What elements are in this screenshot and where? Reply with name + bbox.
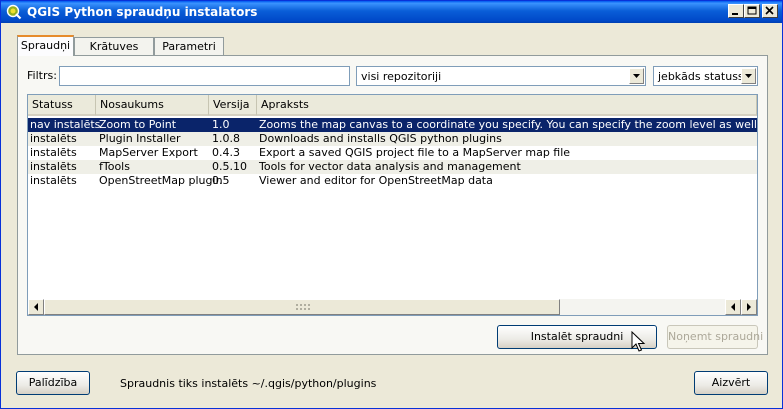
installer-window: QGIS Python spraudņu instalators Spraudņ…: [0, 0, 783, 409]
cell-version: 0.5.10: [212, 160, 247, 173]
cell-name: fTools: [99, 160, 130, 173]
cell-status: instalēts: [30, 132, 77, 145]
repository-select[interactable]: visi repozitoriji: [356, 66, 646, 86]
uninstall-plugin-button[interactable]: Noņemt spraudni: [667, 325, 763, 349]
title-bar[interactable]: QGIS Python spraudņu instalators: [1, 1, 782, 23]
column-header-name[interactable]: Nosaukums: [96, 95, 209, 116]
cell-version: 1.0.8: [212, 132, 240, 145]
table-row[interactable]: instalēts fTools 0.5.10 Tools for vector…: [28, 160, 757, 174]
table-row[interactable]: instalēts MapServer Export 0.4.3 Export …: [28, 146, 757, 160]
scroll-left-step-button[interactable]: [725, 299, 741, 315]
cell-description: Zooms the map canvas to a coordinate you…: [259, 118, 757, 131]
cell-status: nav instalēts: [30, 118, 101, 131]
arrow-left-icon: [34, 303, 38, 311]
tab-options[interactable]: Parametri: [154, 37, 224, 55]
column-header-description[interactable]: Apraksts: [257, 95, 757, 116]
horizontal-scrollbar[interactable]: [28, 299, 757, 315]
mouse-pointer-icon: [631, 331, 646, 352]
tab-plugins-label: Spraudņi: [20, 39, 71, 52]
column-header-version[interactable]: Versija: [209, 95, 257, 116]
qgis-app-icon: [6, 4, 22, 20]
tab-repositories[interactable]: Krātuves: [74, 37, 154, 55]
cell-name: Plugin Installer: [99, 132, 181, 145]
plugins-table[interactable]: Statuss Nosaukums Versija Apraksts nav i…: [27, 94, 758, 316]
scroll-right-button[interactable]: [741, 299, 757, 315]
status-dropdown-button[interactable]: [741, 68, 756, 84]
scrollbar-thumb[interactable]: [44, 299, 560, 315]
cell-status: instalēts: [30, 146, 77, 159]
close-dialog-button[interactable]: Aizvērt: [694, 371, 768, 395]
minimize-icon: [732, 13, 738, 15]
cell-description: Tools for vector data analysis and manag…: [259, 160, 521, 173]
cell-version: 0.5: [212, 174, 230, 187]
cell-name: OpenStreetMap plugin: [99, 174, 223, 187]
tab-options-label: Parametri: [162, 40, 216, 53]
cell-description: Viewer and editor for OpenStreetMap data: [259, 174, 493, 187]
filter-input[interactable]: [59, 66, 350, 86]
cell-name: Zoom to Point: [99, 118, 177, 131]
column-header-status[interactable]: Statuss: [28, 95, 96, 116]
cell-status: instalēts: [30, 174, 77, 187]
status-text: Spraudnis tiks instalēts ~/.qgis/python/…: [120, 377, 377, 390]
tab-plugins[interactable]: Spraudņi: [17, 35, 74, 56]
arrow-left-icon: [731, 303, 735, 311]
filter-label: Filtrs:: [27, 69, 57, 82]
help-button[interactable]: Palīdzība: [16, 371, 90, 395]
cell-description: Export a saved QGIS project file to a Ma…: [259, 146, 571, 159]
window-title: QGIS Python spraudņu instalators: [27, 5, 258, 19]
table-row-selected[interactable]: nav instalēts Zoom to Point 1.0 Zooms th…: [28, 118, 757, 132]
grip-icon: [296, 304, 310, 310]
arrow-right-icon: [747, 303, 751, 311]
close-icon: [765, 6, 774, 15]
cell-version: 1.0: [212, 118, 230, 131]
minimize-button[interactable]: [728, 4, 744, 18]
tab-repositories-label: Krātuves: [89, 40, 139, 53]
status-select[interactable]: jebkāds statuss: [653, 66, 758, 86]
cell-name: MapServer Export: [99, 146, 198, 159]
maximize-icon: [747, 6, 757, 15]
cell-version: 0.4.3: [212, 146, 240, 159]
chevron-down-icon: [745, 74, 752, 78]
repository-select-value: visi repozitoriji: [361, 70, 442, 83]
table-row[interactable]: instalēts OpenStreetMap plugin 0.5 Viewe…: [28, 174, 757, 188]
scroll-left-button[interactable]: [28, 299, 44, 315]
maximize-button[interactable]: [744, 4, 760, 18]
cell-description: Downloads and installs QGIS python plugi…: [259, 132, 502, 145]
cell-status: instalēts: [30, 160, 77, 173]
chevron-down-icon: [633, 74, 640, 78]
table-row[interactable]: instalēts Plugin Installer 1.0.8 Downloa…: [28, 132, 757, 146]
status-select-value: jebkāds statuss: [658, 70, 744, 83]
repository-dropdown-button[interactable]: [629, 68, 644, 84]
close-button[interactable]: [762, 4, 778, 18]
